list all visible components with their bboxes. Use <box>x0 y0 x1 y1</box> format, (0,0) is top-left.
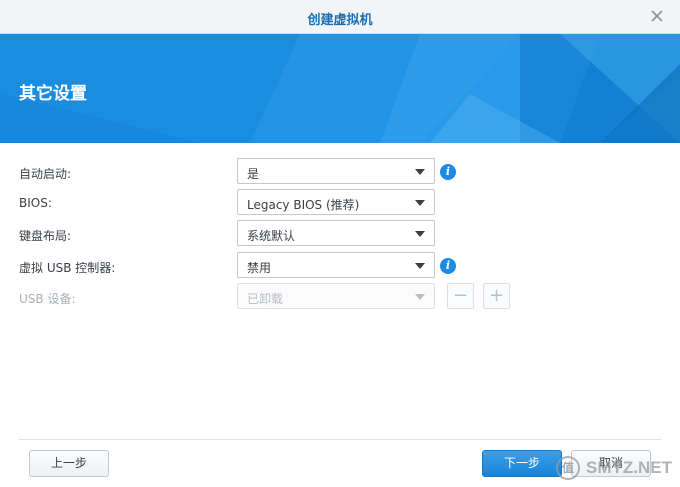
row-usb-device: USB 设备: 已卸载 − + <box>0 283 680 311</box>
usb-controller-select[interactable]: 禁用 <box>237 252 435 278</box>
autostart-label: 自动启动: <box>19 167 72 181</box>
header-banner: 其它设置 <box>0 34 680 143</box>
page-heading: 其它设置 <box>19 84 87 104</box>
info-icon[interactable]: i <box>440 164 456 180</box>
row-bios: BIOS: Legacy BIOS (推荐) <box>0 189 680 217</box>
chevron-down-icon <box>415 169 425 175</box>
banner-background <box>0 34 680 143</box>
chevron-down-icon <box>415 263 425 269</box>
usb-device-select: 已卸载 <box>237 283 435 309</box>
window-title: 创建虚拟机 <box>307 13 373 28</box>
keyboard-layout-label: 键盘布局: <box>19 229 72 243</box>
keyboard-layout-select[interactable]: 系统默认 <box>237 220 435 246</box>
add-usb-button[interactable]: + <box>483 283 510 309</box>
usb-controller-label: 虚拟 USB 控制器: <box>19 261 116 275</box>
bios-label: BIOS: <box>19 196 52 210</box>
chevron-down-icon <box>415 231 425 237</box>
row-autostart: 自动启动: 是 i <box>0 158 680 186</box>
row-keyboard-layout: 键盘布局: 系统默认 <box>0 220 680 248</box>
bios-select[interactable]: Legacy BIOS (推荐) <box>237 189 435 215</box>
chevron-down-icon <box>415 294 425 300</box>
chevron-down-icon <box>415 200 425 206</box>
window-titlebar: 创建虚拟机 <box>0 0 680 34</box>
remove-usb-button[interactable]: − <box>447 283 474 309</box>
usb-controller-value: 禁用 <box>247 261 272 275</box>
watermark-badge: 值 <box>556 456 580 480</box>
autostart-select[interactable]: 是 <box>237 158 435 184</box>
row-usb-controller: 虚拟 USB 控制器: 禁用 i <box>0 252 680 280</box>
watermark-text: SMYZ.NET <box>586 458 672 477</box>
bios-value: Legacy BIOS (推荐) <box>247 198 360 212</box>
info-icon[interactable]: i <box>440 258 456 274</box>
autostart-value: 是 <box>247 167 260 181</box>
keyboard-layout-value: 系统默认 <box>247 229 296 243</box>
next-button[interactable]: 下一步 <box>482 450 562 477</box>
previous-button[interactable]: 上一步 <box>29 450 109 477</box>
usb-device-value: 已卸载 <box>247 292 284 306</box>
usb-device-label: USB 设备: <box>19 292 76 306</box>
footer-divider <box>19 439 661 440</box>
close-icon[interactable] <box>648 7 666 25</box>
